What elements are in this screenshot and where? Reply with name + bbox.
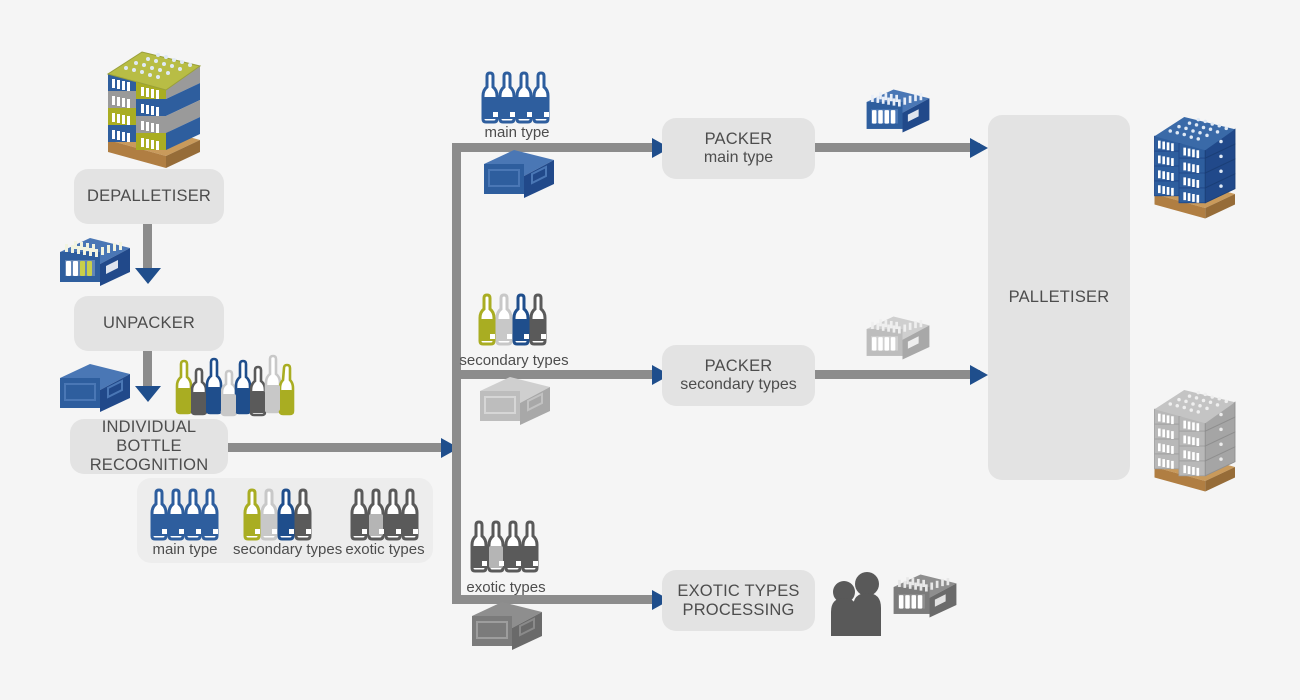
node-packer-main-type[interactable]: PACKER main type: [662, 118, 815, 179]
node-packer-main-line1: PACKER: [704, 129, 773, 148]
stream-label-exotic-types: exotic types: [466, 579, 546, 596]
node-unpacker[interactable]: UNPACKER: [74, 296, 224, 351]
dark-gray-box-icon: [472, 602, 542, 650]
secondary-type-bottles-icon: [478, 293, 547, 346]
main-type-bottles-icon: [481, 71, 550, 124]
blue-pallet-icon: [1154, 117, 1236, 219]
node-packer-secondary-types[interactable]: PACKER secondary types: [662, 345, 815, 406]
node-depalletiser-label: DEPALLETISER: [86, 187, 212, 206]
node-packer-secondary-line1: PACKER: [704, 356, 773, 375]
node-unpacker-label: UNPACKER: [102, 314, 196, 333]
gray-pallet-icon: [1154, 390, 1236, 492]
mixed-pallet-icon: [106, 51, 202, 168]
legend-label-main-type: main type: [152, 541, 218, 558]
node-packer-main-line2: main type: [703, 148, 774, 166]
node-depalletiser[interactable]: DEPALLETISER: [74, 169, 224, 224]
node-recognition-line1: INDIVIDUAL BOTTLE: [101, 418, 197, 456]
node-individual-bottle-recognition[interactable]: INDIVIDUAL BOTTLE RECOGNITION: [70, 418, 228, 474]
node-exotic-line1: EXOTIC TYPES: [677, 581, 800, 600]
mixed-crate-icon: [60, 238, 130, 286]
node-recognition-line2: RECOGNITION: [89, 455, 209, 474]
node-exotic-line2: PROCESSING: [682, 600, 795, 619]
legend-bottles-secondary-types: [243, 488, 312, 541]
node-packer-secondary-line2: secondary types: [680, 375, 797, 393]
gray-box-icon: [480, 377, 550, 425]
stream-label-main-type: main type: [484, 124, 550, 141]
mixed-bottles-icon: [175, 354, 295, 417]
dark-gray-crate-icon: [893, 574, 957, 618]
diagram-canvas: DEPALLETISER UNPACKER INDIVIDUAL BOTTLE …: [0, 0, 1300, 700]
main-type-box-icon: [484, 150, 554, 198]
blue-box-icon: [60, 364, 130, 412]
node-palletiser-label: PALLETISER: [1008, 288, 1110, 307]
node-exotic-types-processing[interactable]: EXOTIC TYPES PROCESSING: [662, 570, 815, 631]
legend-bottles-main-type: [150, 488, 219, 541]
gray-crate-icon: [866, 316, 930, 360]
node-palletiser[interactable]: PALLETISER: [988, 115, 1130, 480]
two-workers-icon: [831, 572, 881, 636]
legend-label-secondary-types: secondary types: [233, 541, 343, 558]
legend-bottles-exotic-types: [350, 488, 419, 541]
stream-label-secondary-types: secondary types: [459, 352, 569, 369]
blue-crate-icon: [866, 89, 930, 133]
legend-label-exotic-types: exotic types: [345, 541, 425, 558]
exotic-type-bottles-icon: [470, 520, 539, 573]
